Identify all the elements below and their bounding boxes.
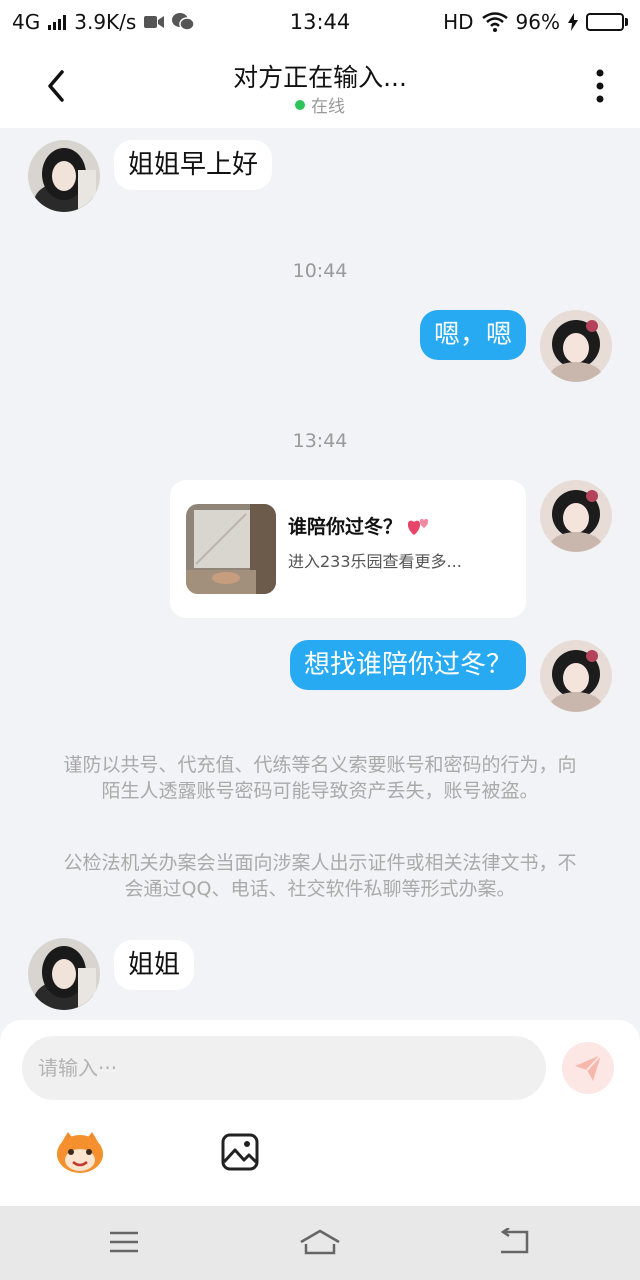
send-icon <box>575 1054 602 1081</box>
timestamp: 10:44 <box>292 260 348 282</box>
card-title: 谁陪你过冬？ <box>288 512 432 539</box>
image-icon <box>221 1133 259 1171</box>
timestamp: 13:44 <box>292 430 348 452</box>
incoming-message[interactable]: 姐姐 <box>114 940 195 990</box>
contact-avatar[interactable] <box>28 140 100 212</box>
user-avatar[interactable] <box>540 480 612 552</box>
outgoing-message[interactable]: 想找谁陪你过冬？ <box>289 640 526 690</box>
user-avatar[interactable] <box>540 640 612 712</box>
message-input[interactable] <box>22 1036 546 1100</box>
online-dot-icon <box>295 99 305 110</box>
incoming-message[interactable]: 姐姐早上好 <box>114 140 273 190</box>
card-subtitle: 进入233乐园查看更多... <box>288 552 462 571</box>
card-thumbnail <box>186 504 276 594</box>
hearts-emoji-icon <box>407 518 429 535</box>
network-speed: 3.9K/s <box>74 10 137 34</box>
wechat-icon <box>172 13 195 31</box>
send-button[interactable] <box>562 1042 614 1094</box>
signal-icon <box>48 14 67 30</box>
contact-avatar[interactable] <box>28 938 100 1010</box>
mascot-emoji-icon <box>57 1132 103 1173</box>
wifi-icon <box>481 12 508 32</box>
charging-icon <box>568 13 578 31</box>
system-nav-bar <box>0 1206 640 1280</box>
home-button[interactable] <box>296 1222 344 1262</box>
network-type: 4G <box>12 10 41 34</box>
more-vertical-icon <box>596 69 604 103</box>
back-nav-button[interactable] <box>490 1222 538 1262</box>
status-right: HD 96% <box>443 10 628 34</box>
video-icon <box>144 16 165 28</box>
menu-button[interactable] <box>100 1222 148 1262</box>
online-status: 在线 <box>0 92 640 117</box>
outgoing-message[interactable]: 嗯，嗯 <box>419 310 526 360</box>
hd-label: HD <box>443 10 474 34</box>
security-notice: 谨防以共号、代充值、代练等名义索要账号和密码的行为，向陌生人透露账号密码可能导致… <box>63 754 577 802</box>
shared-link-card[interactable]: 谁陪你过冬？ 进入233乐园查看更多... <box>170 480 526 618</box>
user-avatar[interactable] <box>540 310 612 382</box>
back-icon <box>500 1228 529 1254</box>
emoji-button[interactable] <box>54 1130 106 1174</box>
status-left: 4G 3.9K/s <box>12 10 195 34</box>
menu-icon <box>110 1231 138 1253</box>
police-notice: 公检法机关办案会当面向涉案人出示证件或相关法律文书，不会通过QQ、电话、社交软件… <box>63 852 577 900</box>
chat-area[interactable]: 姐姐早上好 10:44 嗯，嗯 13:44 谁陪你过冬？ 进入233乐园查看更多… <box>0 128 640 1020</box>
card-title-text: 谁陪你过冬？ <box>288 516 403 538</box>
chat-header: 对方正在输入... 在线 <box>0 44 640 128</box>
more-options-button[interactable] <box>580 62 620 110</box>
status-bar: 4G 3.9K/s 13:44 HD 96% <box>0 0 640 44</box>
composer <box>0 1020 640 1206</box>
chat-title: 对方正在输入... <box>233 63 407 92</box>
online-status-text: 在线 <box>311 97 345 117</box>
image-button[interactable] <box>214 1130 266 1174</box>
battery-percent: 96% <box>515 10 560 34</box>
battery-icon <box>586 13 628 31</box>
home-icon <box>300 1229 340 1255</box>
